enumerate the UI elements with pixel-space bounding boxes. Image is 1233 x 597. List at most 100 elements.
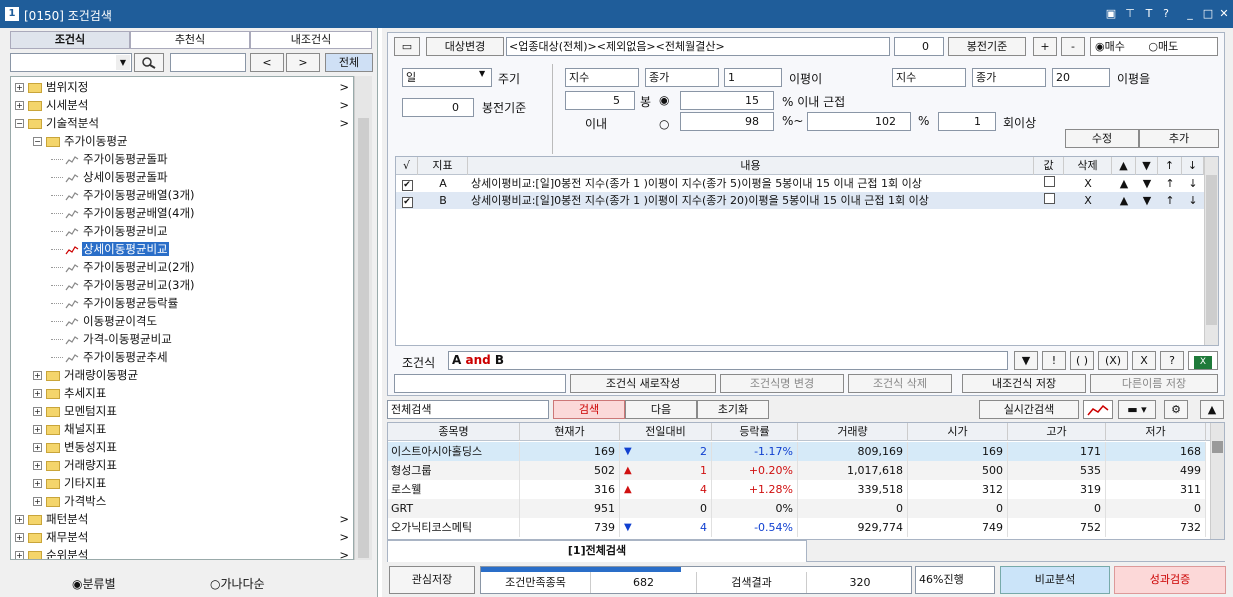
save-my-condition-button[interactable]: 내조건식 저장 (962, 374, 1086, 393)
tab-recommended[interactable]: 추천식 (130, 31, 250, 49)
minus-button[interactable]: - (1061, 37, 1085, 56)
move-bottom-icon[interactable]: ↓ (1182, 175, 1204, 192)
reset-button[interactable]: 초기화 (697, 400, 769, 419)
bong-count-input[interactable]: 5 (565, 91, 635, 110)
column-header[interactable]: 등락률 (712, 423, 798, 441)
tree-item[interactable]: + 채널지표 (15, 420, 351, 438)
result-row[interactable]: 이스트아시아홀딩스 169 ▼ 2 -1.17% 809,169 169 171 168 (388, 442, 1206, 461)
layout-dropdown-icon[interactable]: ▬ ▾ (1118, 400, 1156, 419)
tree-item[interactable]: 주가이동평균배열(3개) (15, 186, 351, 204)
move-down-icon[interactable]: ▼ (1136, 192, 1158, 209)
bong-input[interactable]: 0 (894, 37, 944, 56)
tree-item[interactable]: + 순위분석 > (15, 546, 351, 559)
tree-item[interactable]: 주가이동평균추세 (15, 348, 351, 366)
expand-icon[interactable]: + (33, 461, 42, 470)
radio-sell[interactable]: ○매도 (1148, 40, 1178, 53)
clear-button[interactable]: X (1132, 351, 1156, 370)
bong2-input[interactable]: 0 (402, 98, 474, 117)
tree-item[interactable]: − 주가이동평균 (15, 132, 351, 150)
formula-dropdown-button[interactable]: ▼ (1014, 351, 1038, 370)
font-icon[interactable]: T (1141, 6, 1157, 22)
tree-item[interactable]: + 시세분석 > (15, 96, 351, 114)
result-row[interactable]: 형성그룹 502 ▲ 1 +0.20% 1,017,618 500 535 499 (388, 461, 1206, 480)
checkbox-icon[interactable] (1043, 193, 1055, 204)
tree-item[interactable]: 상세이동평균돌파 (15, 168, 351, 186)
expand-icon[interactable]: + (33, 389, 42, 398)
next-page-button[interactable]: 다음 (625, 400, 697, 419)
tree-item[interactable]: 주가이동평균비교 (15, 222, 351, 240)
add-button[interactable]: 추가 (1139, 129, 1219, 148)
price1-select[interactable]: 종가 (645, 68, 719, 87)
chart-icon[interactable] (1083, 400, 1113, 419)
tree-item[interactable]: + 거래량이동평균 (15, 366, 351, 384)
move-top-icon[interactable]: ↑ (1158, 192, 1182, 209)
result-row[interactable]: GRT 951 0 0% 0 0 0 0 (388, 499, 1206, 518)
column-header[interactable]: 시가 (908, 423, 1008, 441)
move-bottom-icon[interactable]: ↓ (1182, 192, 1204, 209)
expand-icon[interactable]: + (15, 515, 24, 524)
search-button[interactable] (134, 53, 164, 72)
minimize-icon[interactable]: _ (1182, 6, 1198, 22)
times-input[interactable]: 1 (938, 112, 996, 131)
column-header[interactable]: 저가 (1106, 423, 1206, 441)
pin-icon[interactable]: ⊤ (1122, 6, 1138, 22)
result-row[interactable]: 로스웰 316 ▲ 4 +1.28% 339,518 312 319 311 (388, 480, 1206, 499)
expand-icon[interactable]: + (15, 533, 24, 542)
expand-icon[interactable]: + (15, 551, 24, 559)
tree-item[interactable]: + 모멘텀지표 (15, 402, 351, 420)
tree-item[interactable]: 주가이동평균배열(4개) (15, 204, 351, 222)
plus-button[interactable]: + (1033, 37, 1057, 56)
watchlist-save-button[interactable]: 관심저장 (389, 566, 475, 594)
expand-icon[interactable]: + (15, 101, 24, 110)
layout-icon[interactable]: ▣ (1103, 6, 1119, 22)
tree-item[interactable]: + 패턴분석 > (15, 510, 351, 528)
gear-icon[interactable]: ⚙ (1164, 400, 1188, 419)
results-scrollbar[interactable] (1210, 423, 1224, 539)
tree-item[interactable]: + 기타지표 (15, 474, 351, 492)
column-header[interactable]: 종목명 (388, 423, 520, 441)
tree-item[interactable]: 상세이동평균비교 (15, 240, 351, 258)
collapse-up-icon[interactable]: ▲ (1200, 400, 1224, 419)
tree-item[interactable]: 가격-이동평균비교 (15, 330, 351, 348)
prev-button[interactable]: < (250, 53, 284, 72)
rename-condition-button[interactable]: 조건식명 변경 (720, 374, 844, 393)
column-header[interactable]: 거래량 (798, 423, 908, 441)
collapse-icon[interactable]: − (15, 119, 24, 128)
performance-verify-button[interactable]: 성과검증 (1114, 566, 1226, 594)
next-button[interactable]: > (286, 53, 320, 72)
scroll-thumb[interactable] (358, 118, 369, 558)
tree-item[interactable]: − 기술적분석 > (15, 114, 351, 132)
tree-item[interactable]: 주가이동평균등락률 (15, 294, 351, 312)
excel-icon[interactable]: X (1188, 351, 1218, 370)
delete-icon[interactable]: X (1064, 192, 1112, 209)
radio-buy[interactable]: ◉매수 (1095, 40, 1125, 53)
help-icon[interactable]: ? (1158, 6, 1174, 22)
near-pct-input[interactable]: 15 (680, 91, 774, 110)
tree-item[interactable]: + 범위지정 > (15, 78, 351, 96)
maximize-icon[interactable]: □ (1200, 6, 1216, 22)
close-icon[interactable]: ✕ (1216, 6, 1232, 22)
move-top-icon[interactable]: ↑ (1158, 175, 1182, 192)
tab-conditions[interactable]: 조건식 (10, 31, 130, 49)
scope-select[interactable]: 전체검색 (387, 400, 549, 419)
tree-item[interactable]: 주가이동평균비교(2개) (15, 258, 351, 276)
all-button[interactable]: 전체 (325, 53, 373, 72)
collapse-icon[interactable]: − (33, 137, 42, 146)
tree-item[interactable]: + 가격박스 (15, 492, 351, 510)
tree-item[interactable]: 이동평균이격도 (15, 312, 351, 330)
scroll-thumb[interactable] (1212, 441, 1223, 453)
row-checkbox[interactable]: ✔ (396, 192, 418, 209)
help-button[interactable]: ? (1160, 351, 1184, 370)
checkbox-icon[interactable] (1043, 176, 1055, 187)
checkbox-icon[interactable]: ✔ (401, 180, 413, 191)
not-button[interactable]: ! (1042, 351, 1066, 370)
value-checkbox[interactable] (1034, 192, 1064, 209)
expand-icon[interactable]: + (33, 371, 42, 380)
move-down-icon[interactable]: ▼ (1136, 175, 1158, 192)
paren-button[interactable]: ( ) (1070, 351, 1094, 370)
radio-by-category[interactable]: ◉분류별 (72, 575, 116, 592)
tree-item[interactable]: + 추세지표 (15, 384, 351, 402)
tab-my-conditions[interactable]: 내조건식 (250, 31, 372, 49)
delete-condition-button[interactable]: 조건식 삭제 (848, 374, 952, 393)
edit-button[interactable]: 수정 (1065, 129, 1139, 148)
